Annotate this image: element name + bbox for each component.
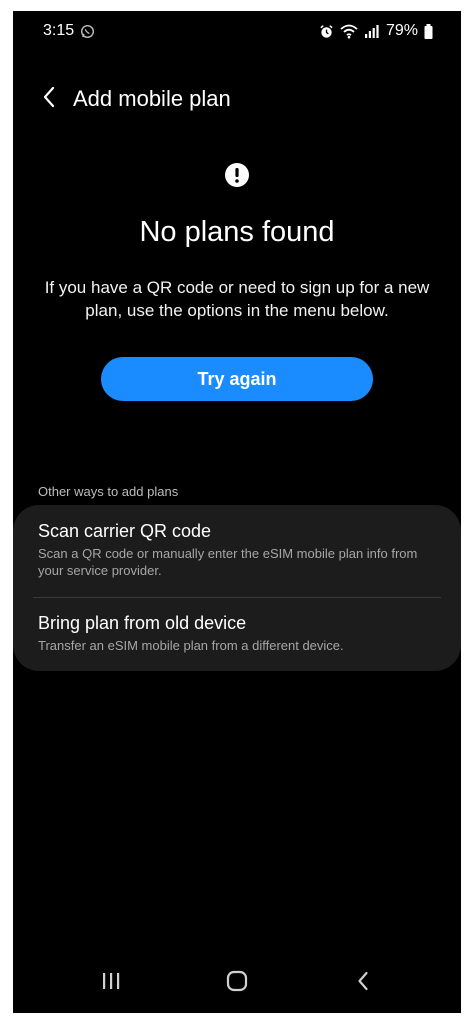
battery-icon — [424, 23, 433, 39]
other-ways-label: Other ways to add plans — [38, 484, 179, 499]
alert-circle-icon — [224, 162, 250, 188]
recent-apps-button[interactable] — [91, 967, 131, 999]
back-icon — [356, 970, 370, 997]
try-again-button[interactable]: Try again — [101, 357, 373, 401]
phone-screen: 3:15 79% Add mobile plan No plans found … — [13, 11, 461, 1013]
app-header: Add mobile plan — [13, 81, 461, 121]
battery-level: 79% — [385, 22, 418, 39]
option-description: Scan a QR code or manually enter the eSI… — [38, 546, 418, 578]
other-ways-card: Scan carrier QR code Scan a QR code or m… — [13, 505, 461, 671]
status-left: 3:15 — [43, 22, 95, 40]
nav-back-button[interactable] — [343, 967, 383, 999]
bring-plan-option[interactable]: Bring plan from old device Transfer an e… — [38, 611, 441, 654]
option-title: Scan carrier QR code — [38, 521, 212, 541]
status-time: 3:15 — [43, 22, 75, 39]
wifi-icon — [340, 24, 358, 39]
home-icon — [226, 970, 248, 997]
alarm-icon — [319, 24, 334, 39]
no-plans-heading: No plans found — [139, 216, 335, 248]
option-description: Transfer an eSIM mobile plan from a diff… — [38, 638, 344, 653]
home-button[interactable] — [217, 967, 257, 999]
status-right: 79% — [319, 22, 433, 40]
no-plans-description: If you have a QR code or need to sign up… — [44, 278, 430, 320]
option-title: Bring plan from old device — [38, 613, 247, 633]
back-button[interactable] — [33, 83, 65, 115]
chevron-left-icon — [42, 86, 56, 113]
signal-icon — [364, 24, 380, 38]
divider — [33, 597, 441, 598]
page-title: Add mobile plan — [73, 86, 231, 111]
navigation-bar — [13, 953, 461, 1013]
scan-qr-code-option[interactable]: Scan carrier QR code Scan a QR code or m… — [38, 519, 441, 579]
recent-apps-icon — [101, 972, 121, 995]
status-bar: 3:15 79% — [13, 11, 461, 51]
whatsapp-icon — [80, 24, 95, 39]
